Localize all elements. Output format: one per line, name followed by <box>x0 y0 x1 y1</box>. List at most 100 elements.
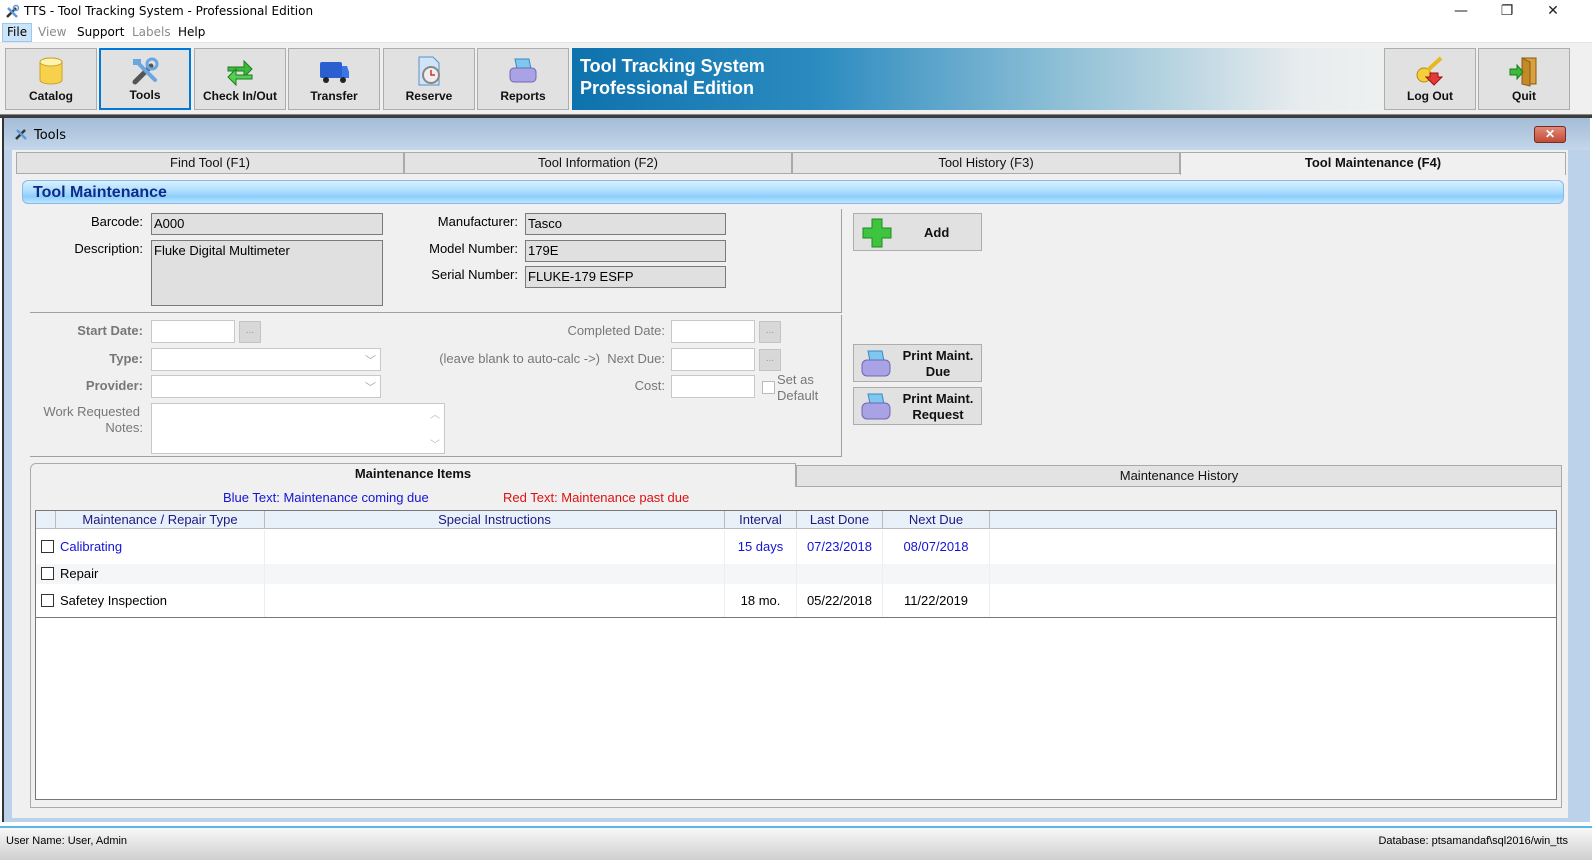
tools-window-titlebar: Tools ✕ <box>4 118 1590 150</box>
grid-header-last-done[interactable]: Last Done <box>797 511 883 529</box>
serial-number-field[interactable]: FLUKE-179 ESFP <box>525 266 726 288</box>
cell-next-due: 11/22/2019 <box>883 584 990 617</box>
next-due-input[interactable] <box>671 348 755 371</box>
table-row[interactable]: Repair <box>36 564 1556 584</box>
product-banner: Tool Tracking System Professional Editio… <box>572 48 1384 110</box>
work-requested-notes-input[interactable]: ︿ ﹀ <box>151 403 445 454</box>
reports-label: Reports <box>500 89 546 103</box>
tab-maintenance-history[interactable]: Maintenance History <box>796 465 1562 487</box>
reports-button[interactable]: Reports <box>477 48 569 110</box>
cell-next-due: 08/07/2018 <box>883 530 990 564</box>
tools-window-close-button[interactable]: ✕ <box>1534 126 1566 143</box>
maintenance-tabs: Maintenance Items Maintenance History Bl… <box>30 463 1562 808</box>
check-in-out-button[interactable]: Check In/Out <box>194 48 286 110</box>
menu-help[interactable]: Help <box>174 23 209 42</box>
completed-date-picker-button[interactable]: ... <box>759 321 781 343</box>
manufacturer-field[interactable]: Tasco <box>525 213 726 235</box>
scroll-up-icon[interactable]: ︿ <box>430 406 440 421</box>
chevron-down-icon: ﹀ <box>365 355 376 367</box>
reserve-label: Reserve <box>405 89 453 103</box>
print-maint-request-button[interactable]: Print Maint. Request <box>853 387 982 425</box>
minimize-button[interactable]: — <box>1438 0 1484 22</box>
cost-input[interactable] <box>671 375 755 398</box>
row-checkbox[interactable] <box>41 567 54 580</box>
type-label: Type: <box>109 351 143 366</box>
menu-labels[interactable]: Labels <box>128 23 175 42</box>
status-database: Database: ptsamandaf\sql2016/win_tts <box>1378 835 1568 847</box>
grid-header-interval[interactable]: Interval <box>725 511 797 529</box>
menu-bar: File View Support Labels Help <box>0 23 1592 42</box>
add-button[interactable]: Add <box>853 213 982 251</box>
maintenance-items-panel: Blue Text: Maintenance coming due Red Te… <box>30 486 1562 808</box>
print-maint-due-label-1: Print Maint. <box>902 348 974 363</box>
cost-label: Cost: <box>634 378 665 393</box>
table-row[interactable]: Safetey Inspection 18 mo. 05/22/2018 11/… <box>36 584 1556 618</box>
print-maint-request-label-2: Request <box>912 407 964 422</box>
row-checkbox[interactable] <box>41 540 54 553</box>
toolbar: Catalog Tools Check In/Out Transfer Rese… <box>0 42 1592 114</box>
description-field[interactable]: Fluke Digital Multimeter <box>151 240 383 306</box>
barcode-field[interactable]: A000 <box>151 213 383 235</box>
row-checkbox[interactable] <box>41 594 54 607</box>
section-title: Tool Maintenance <box>33 184 167 201</box>
start-date-picker-button[interactable]: ... <box>239 321 261 343</box>
database-icon <box>6 55 96 87</box>
tools-window: Tools ✕ Find Tool (F1) Tool Information … <box>2 118 1590 822</box>
tools-button[interactable]: Tools <box>99 48 191 110</box>
transfer-button[interactable]: Transfer <box>288 48 380 110</box>
cell-interval: 15 days <box>725 530 797 564</box>
print-maint-due-label-2: Due <box>925 364 951 379</box>
clock-document-icon <box>384 55 474 87</box>
tab-maintenance-items[interactable]: Maintenance Items <box>30 463 796 487</box>
tab-tool-history[interactable]: Tool History (F3) <box>792 152 1180 174</box>
log-out-label: Log Out <box>1407 89 1453 103</box>
tool-info-panel: Barcode: A000 Description: Fluke Digital… <box>30 209 842 313</box>
tools-icon <box>4 4 20 20</box>
catalog-button[interactable]: Catalog <box>5 48 97 110</box>
work-requested-label-2: Notes: <box>105 420 143 435</box>
title-bar: TTS - Tool Tracking System - Professiona… <box>0 0 1592 24</box>
grid-header-next-due[interactable]: Next Due <box>883 511 990 529</box>
restore-button[interactable]: ❐ <box>1484 0 1530 22</box>
scroll-down-icon[interactable]: ﹀ <box>430 436 440 451</box>
next-due-picker-button[interactable]: ... <box>759 349 781 371</box>
menu-support[interactable]: Support <box>73 23 128 42</box>
printer-icon <box>860 392 892 425</box>
menu-file[interactable]: File <box>2 23 33 42</box>
truck-icon <box>289 55 379 87</box>
tools-window-title: Tools <box>34 128 67 143</box>
type-select[interactable]: ﹀ <box>151 348 381 371</box>
provider-label: Provider: <box>85 378 143 393</box>
barcode-label: Barcode: <box>90 214 143 229</box>
print-maint-due-button[interactable]: Print Maint. Due <box>853 344 982 382</box>
check-in-out-label: Check In/Out <box>202 89 277 103</box>
provider-select[interactable]: ﹀ <box>151 375 381 398</box>
start-date-input[interactable] <box>151 320 235 343</box>
next-due-label: Next Due: <box>607 351 665 366</box>
printer-icon <box>478 55 568 87</box>
section-header: Tool Maintenance <box>22 180 1564 204</box>
chevron-down-icon: ﹀ <box>365 382 376 394</box>
next-due-hint: (leave blank to auto-calc ->) <box>439 351 600 366</box>
window-title: TTS - Tool Tracking System - Professiona… <box>24 4 314 18</box>
completed-date-input[interactable] <box>671 320 755 343</box>
tab-find-tool[interactable]: Find Tool (F1) <box>16 152 404 174</box>
grid-header-instructions[interactable]: Special Instructions <box>265 511 725 529</box>
tab-tool-information[interactable]: Tool Information (F2) <box>404 152 792 174</box>
cell-last-done: 05/22/2018 <box>797 584 883 617</box>
quit-button[interactable]: Quit <box>1478 48 1570 110</box>
key-icon <box>1385 55 1475 87</box>
tab-tool-maintenance[interactable]: Tool Maintenance (F4) <box>1180 152 1566 175</box>
table-row[interactable]: Calibrating 15 days 07/23/2018 08/07/201… <box>36 530 1556 564</box>
serial-number-label: Serial Number: <box>431 267 518 282</box>
set-as-default-checkbox[interactable] <box>762 381 775 394</box>
reserve-button[interactable]: Reserve <box>383 48 475 110</box>
menu-view[interactable]: View <box>34 23 70 42</box>
plus-icon <box>862 218 892 251</box>
model-number-field[interactable]: 179E <box>525 240 726 262</box>
log-out-button[interactable]: Log Out <box>1384 48 1476 110</box>
banner-line-1: Tool Tracking System <box>580 56 765 76</box>
description-label: Description: <box>74 241 143 256</box>
close-button[interactable]: ✕ <box>1530 0 1576 22</box>
grid-header-type[interactable]: Maintenance / Repair Type <box>56 511 265 529</box>
